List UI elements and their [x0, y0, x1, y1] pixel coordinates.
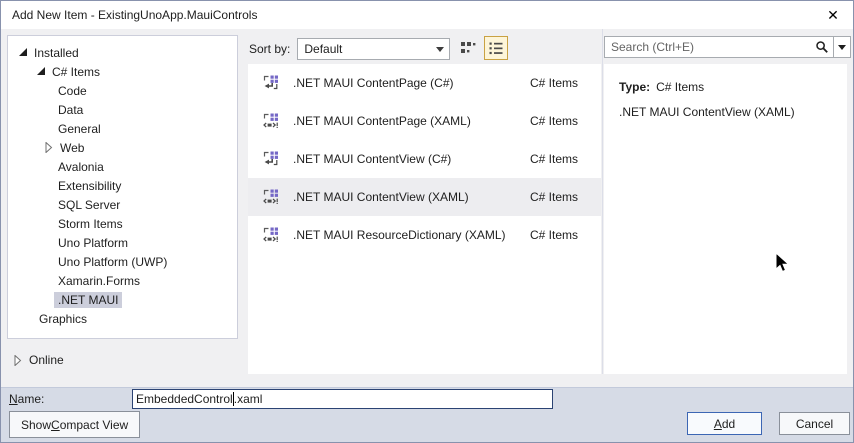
search-icon[interactable]: [811, 40, 833, 54]
tree-node-label-selected: .NET MAUI: [54, 291, 123, 308]
tree-node-label: Uno Platform: [58, 235, 129, 250]
tree-node-general[interactable]: General: [8, 119, 237, 138]
type-value: C# Items: [656, 80, 705, 94]
xaml-template-icon: [263, 113, 279, 129]
tree-node-label: C# Items: [52, 64, 101, 79]
template-name: .NET MAUI ContentPage (XAML): [293, 114, 471, 128]
close-icon: ✕: [827, 6, 839, 23]
tree-node-graphics[interactable]: Graphics: [8, 309, 237, 328]
template-name: .NET MAUI ContentView (XAML): [293, 190, 469, 204]
category-tree: Installed C# Items Code Data General Web…: [7, 35, 238, 339]
template-row[interactable]: .NET MAUI ContentPage (XAML) C# Items: [248, 102, 601, 140]
tree-node-web[interactable]: Web: [8, 138, 237, 157]
template-row[interactable]: .NET MAUI ContentPage (C#) C# Items: [248, 64, 601, 102]
add-button[interactable]: Add: [687, 412, 762, 435]
tree-node-uno-platform-uwp[interactable]: Uno Platform (UWP): [8, 252, 237, 271]
template-description: .NET MAUI ContentView (XAML): [619, 105, 795, 119]
xaml-template-icon: [263, 189, 279, 205]
chevron-down-icon: [838, 44, 846, 50]
template-row[interactable]: .NET MAUI ResourceDictionary (XAML) C# I…: [248, 216, 601, 254]
sort-by-label: Sort by:: [249, 42, 291, 56]
xaml-template-icon: [263, 227, 279, 243]
tree-node-label: Extensibility: [58, 178, 122, 193]
search-options-button[interactable]: [833, 37, 850, 57]
tree-node-code[interactable]: Code: [8, 81, 237, 100]
template-category: C# Items: [529, 190, 578, 204]
tree-node-label: SQL Server: [58, 197, 121, 212]
tree-node-label: Code: [58, 83, 87, 98]
sort-dropdown-value: Default: [304, 42, 343, 56]
tree-node-label: Uno Platform (UWP): [58, 254, 168, 269]
title-bar: Add New Item - ExistingUnoApp.MauiContro…: [1, 1, 853, 29]
show-compact-view-button[interactable]: Show Compact View: [9, 411, 141, 438]
name-value-before-caret: EmbeddedControl: [136, 392, 233, 406]
tree-node-label: Avalonia: [58, 159, 104, 174]
template-name: .NET MAUI ResourceDictionary (XAML): [293, 228, 506, 242]
list-view-icon: [489, 42, 503, 55]
type-label: Type:: [619, 80, 651, 94]
name-label: Name:: [9, 392, 45, 406]
tree-node-data[interactable]: Data: [8, 100, 237, 119]
csharp-template-icon: [263, 151, 279, 166]
tree-node-label: Graphics: [39, 311, 88, 326]
dialog-body: Installed C# Items Code Data General Web…: [1, 29, 853, 387]
close-button[interactable]: ✕: [823, 5, 843, 25]
template-category: C# Items: [529, 152, 578, 166]
tree-node-label: Installed: [34, 45, 79, 60]
view-mode-buttons: [456, 36, 508, 60]
tree-node-label: Web: [60, 140, 85, 155]
tree-node-storm-items[interactable]: Storm Items: [8, 214, 237, 233]
tree-node-label: Storm Items: [58, 216, 123, 231]
tree-node-label: Xamarin.Forms: [58, 273, 141, 288]
footer-bar: Name: EmbeddedControl .xaml Show Compact …: [1, 387, 853, 442]
tree-node-csharp-items[interactable]: C# Items: [8, 62, 237, 81]
template-row[interactable]: .NET MAUI ContentView (C#) C# Items: [248, 140, 601, 178]
tree-expanded-icon[interactable]: [36, 66, 46, 77]
tree-node-sql-server[interactable]: SQL Server: [8, 195, 237, 214]
panel-divider: [602, 29, 603, 374]
tree-node-label: Data: [58, 102, 84, 117]
small-icons-view-icon: [461, 42, 476, 53]
search-placeholder: Search (Ctrl+E): [611, 40, 695, 54]
template-list: .NET MAUI ContentPage (C#) C# Items .NET…: [248, 64, 601, 374]
sort-bar: Sort by: Default: [249, 37, 451, 61]
add-new-item-dialog: Add New Item - ExistingUnoApp.MauiContro…: [0, 0, 854, 443]
tree-node-uno-platform[interactable]: Uno Platform: [8, 233, 237, 252]
tree-node-installed[interactable]: Installed: [8, 43, 237, 62]
template-name: .NET MAUI ContentView (C#): [293, 152, 452, 166]
sort-dropdown[interactable]: Default: [297, 38, 451, 60]
template-category: C# Items: [529, 76, 578, 90]
list-view-button[interactable]: [484, 36, 508, 60]
template-details-panel: Type: C# Items .NET MAUI ContentView (XAM…: [604, 64, 847, 374]
template-row-selected[interactable]: .NET MAUI ContentView (XAML) C# Items: [248, 178, 601, 216]
cancel-button[interactable]: Cancel: [779, 412, 850, 435]
chevron-down-icon: [436, 47, 445, 52]
tree-node-online[interactable]: Online: [13, 353, 64, 367]
tree-node-label: Online: [29, 353, 64, 367]
tree-collapsed-icon[interactable]: [13, 354, 23, 366]
tree-node-avalonia[interactable]: Avalonia: [8, 157, 237, 176]
tree-node-xamarin-forms[interactable]: Xamarin.Forms: [8, 271, 237, 290]
tree-expanded-icon[interactable]: [18, 47, 28, 58]
search-input[interactable]: Search (Ctrl+E): [604, 36, 851, 58]
name-input[interactable]: EmbeddedControl .xaml: [132, 389, 553, 409]
tree-node-label: General: [58, 121, 101, 136]
template-category: C# Items: [529, 228, 578, 242]
csharp-template-icon: [263, 75, 279, 90]
tree-collapsed-icon[interactable]: [44, 142, 54, 153]
name-value-after-caret: .xaml: [233, 392, 263, 406]
tree-node-extensibility[interactable]: Extensibility: [8, 176, 237, 195]
template-category: C# Items: [529, 114, 578, 128]
small-icons-view-button[interactable]: [456, 36, 480, 60]
tree-node-dotnet-maui[interactable]: .NET MAUI: [8, 290, 237, 309]
dialog-title: Add New Item - ExistingUnoApp.MauiContro…: [12, 8, 258, 22]
template-name: .NET MAUI ContentPage (C#): [293, 76, 454, 90]
